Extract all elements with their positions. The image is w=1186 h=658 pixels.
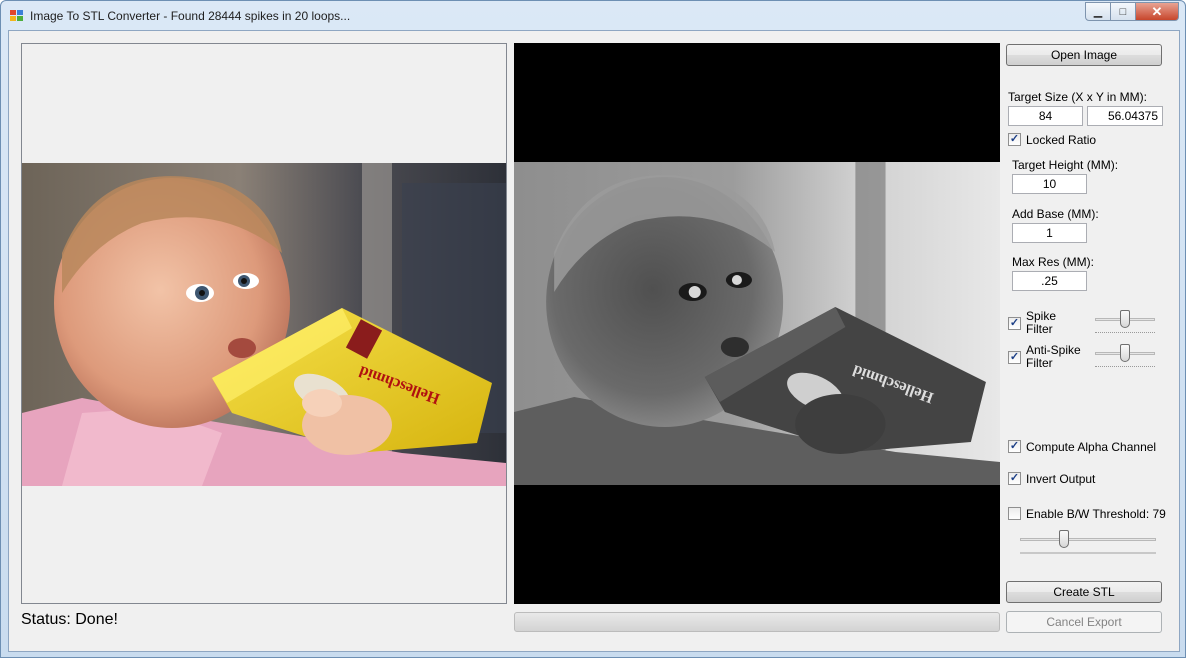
add-base-field[interactable]: 1: [1012, 223, 1087, 243]
cancel-export-button[interactable]: Cancel Export: [1006, 611, 1162, 633]
target-height-field[interactable]: 10: [1012, 174, 1087, 194]
locked-ratio-label: Locked Ratio: [1026, 133, 1097, 147]
anti-spike-filter-slider-ticks: [1095, 366, 1155, 369]
anti-spike-filter-label-line2: Filter: [1026, 356, 1053, 370]
app-icon[interactable]: [10, 10, 24, 22]
maximize-icon: □: [1119, 5, 1127, 18]
maximize-button[interactable]: □: [1111, 2, 1136, 21]
invert-output-checkbox[interactable]: ✓: [1008, 472, 1021, 485]
minimize-icon: ▁: [1093, 6, 1103, 18]
close-icon: ✕: [1151, 3, 1163, 19]
spike-filter-slider[interactable]: [1095, 310, 1155, 336]
source-photo-graphic: Helleschmid: [22, 163, 506, 486]
app-window: Image To STL Converter - Found 28444 spi…: [0, 0, 1186, 658]
anti-spike-filter-checkbox[interactable]: ✓: [1008, 351, 1021, 364]
locked-ratio-checkbox[interactable]: ✓: [1008, 133, 1021, 146]
output-image: Helleschmid: [514, 162, 1000, 485]
spike-filter-label-line2: Filter: [1026, 322, 1053, 336]
max-res-field[interactable]: .25: [1012, 271, 1087, 291]
compute-alpha-label: Compute Alpha Channel: [1026, 440, 1157, 454]
client-area: Helleschmid Helleschmid Open Image Targe…: [8, 30, 1180, 652]
spike-filter-label: Spike Filter: [1026, 310, 1056, 336]
source-image: Helleschmid: [22, 163, 506, 486]
minimize-button[interactable]: ▁: [1085, 2, 1111, 21]
add-base-label: Add Base (MM):: [1012, 207, 1099, 221]
invert-output-label: Invert Output: [1026, 472, 1096, 486]
target-y-field[interactable]: 56.04375: [1087, 106, 1163, 126]
target-height-label: Target Height (MM):: [1012, 158, 1119, 172]
bw-threshold-slider-ticks: [1020, 552, 1156, 556]
bw-threshold-slider-thumb[interactable]: [1059, 530, 1069, 548]
output-photo-graphic: Helleschmid: [514, 162, 1000, 485]
source-image-panel: Helleschmid: [21, 43, 507, 604]
close-button[interactable]: ✕: [1136, 2, 1179, 21]
anti-spike-filter-slider-thumb[interactable]: [1120, 344, 1130, 362]
spike-filter-slider-ticks: [1095, 332, 1155, 335]
window-title: Image To STL Converter - Found 28444 spi…: [30, 9, 351, 23]
spike-filter-slider-thumb[interactable]: [1120, 310, 1130, 328]
title-bar[interactable]: Image To STL Converter - Found 28444 spi…: [1, 1, 1185, 31]
compute-alpha-checkbox[interactable]: ✓: [1008, 440, 1021, 453]
bw-threshold-checkbox[interactable]: [1008, 507, 1021, 520]
status-label: Status: Done!: [21, 611, 118, 628]
export-progress-bar: [514, 612, 1000, 632]
target-size-label: Target Size (X x Y in MM):: [1008, 90, 1147, 104]
bw-threshold-slider[interactable]: [1020, 530, 1156, 556]
bw-threshold-label: Enable B/W Threshold: 79: [1026, 507, 1166, 521]
anti-spike-filter-label: Anti-Spike Filter: [1026, 344, 1081, 370]
open-image-button[interactable]: Open Image: [1006, 44, 1162, 66]
spike-filter-checkbox[interactable]: ✓: [1008, 317, 1021, 330]
target-x-field[interactable]: 84: [1008, 106, 1083, 126]
max-res-label: Max Res (MM):: [1012, 255, 1094, 269]
anti-spike-filter-slider[interactable]: [1095, 344, 1155, 370]
output-image-panel: Helleschmid: [514, 43, 1000, 604]
caption-buttons: ▁ □ ✕: [1085, 2, 1179, 21]
bw-threshold-slider-track: [1020, 538, 1156, 541]
create-stl-button[interactable]: Create STL: [1006, 581, 1162, 603]
